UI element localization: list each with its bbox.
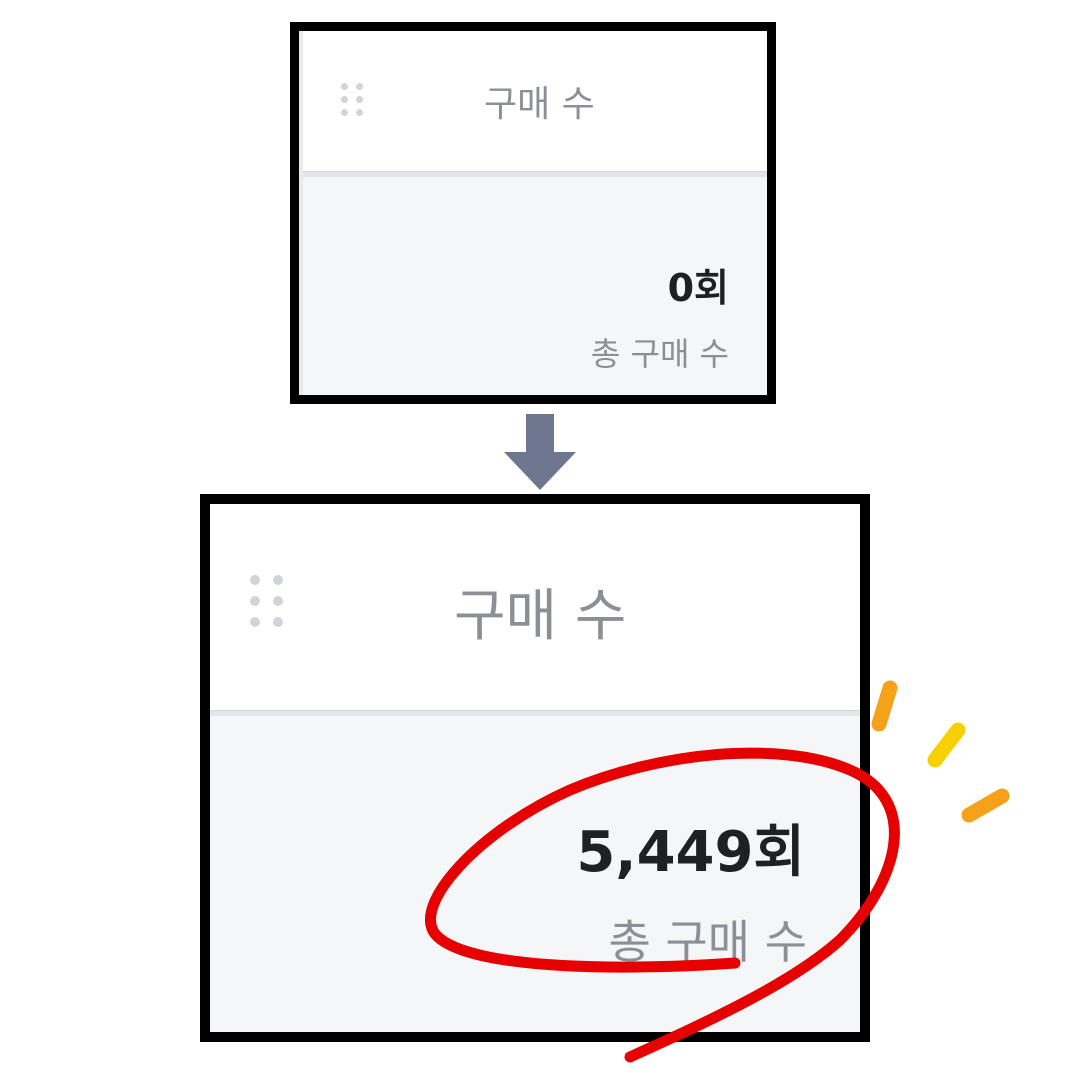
card-left-edge: [299, 31, 303, 395]
card-body: 5,449회 총 구매 수: [210, 716, 860, 1032]
sparkle-line: [871, 680, 898, 732]
card-title: 구매 수: [484, 84, 595, 125]
before-purchase-count-card: 구매 수 0회 총 구매 수: [290, 22, 776, 404]
card-body: 0회 총 구매 수: [299, 177, 767, 395]
drag-handle-icon[interactable]: [341, 83, 363, 116]
card-title: 구매 수: [454, 584, 627, 649]
purchase-count-value: 0회: [667, 266, 729, 310]
purchase-count-value: 5,449회: [576, 820, 805, 885]
card-header: 구매 수: [210, 504, 860, 710]
purchase-count-label: 총 구매 수: [608, 915, 807, 969]
drag-handle-icon[interactable]: [250, 575, 283, 627]
after-purchase-count-card: 구매 수 5,449회 총 구매 수: [200, 494, 870, 1042]
arrow-down-icon: [504, 414, 576, 490]
sparkle-line: [961, 788, 1010, 823]
sparkle-line: [927, 722, 966, 768]
card-header: 구매 수: [299, 31, 767, 171]
purchase-count-label: 총 구매 수: [590, 335, 729, 373]
